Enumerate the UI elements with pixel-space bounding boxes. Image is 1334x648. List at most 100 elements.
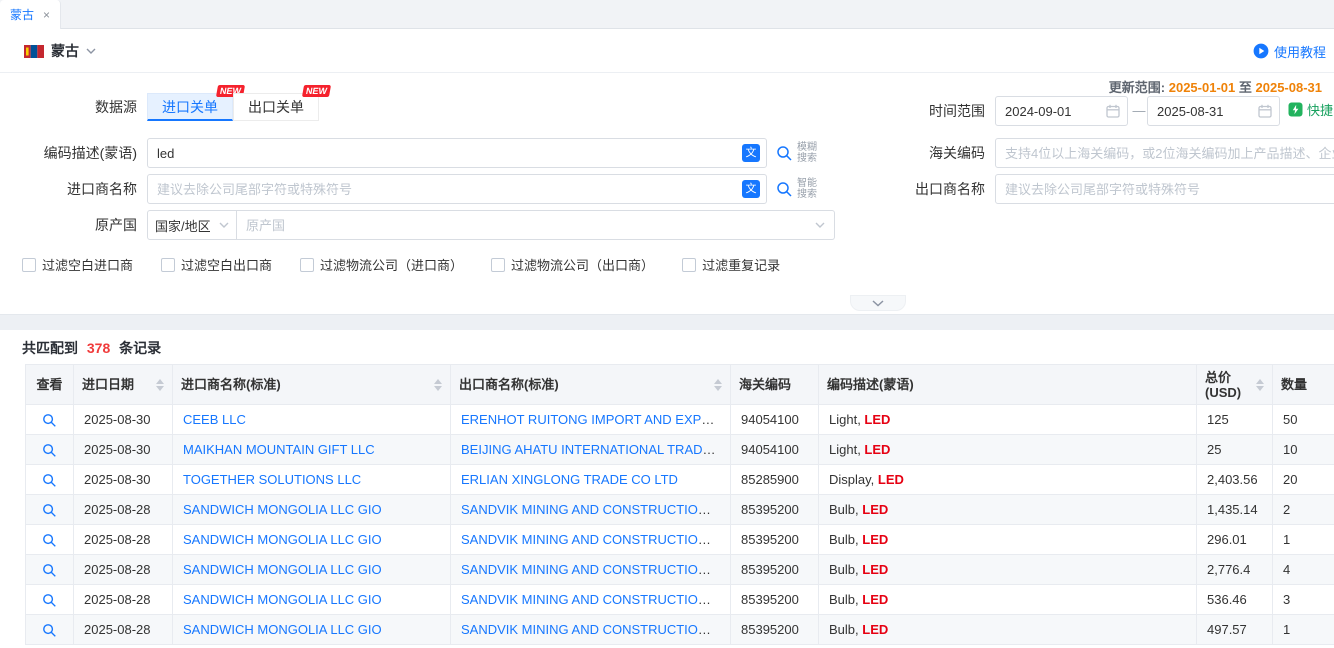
total-cell: 125 [1197,405,1273,435]
table-row: 2025-08-30MAIKHAN MOUNTAIN GIFT LLCBEIJI… [26,435,1334,465]
tab-import-declarations[interactable]: 进口关单 NEW [147,93,233,121]
column-header-importer[interactable]: 进口商名称(标准) [173,365,451,405]
importer-cell: TOGETHER SOLUTIONS LLC [173,465,451,495]
importer-link[interactable]: SANDWICH MONGOLIA LLC GIO [183,502,382,517]
sort-icon[interactable] [434,379,442,391]
exporter-link[interactable]: SANDVIK MINING AND CONSTRUCTION L... [461,562,729,577]
exporter-link[interactable]: SANDVIK MINING AND CONSTRUCTION L... [461,532,729,547]
chevron-down-icon [872,300,884,307]
table-row: 2025-08-28SANDWICH MONGOLIA LLC GIOSANDV… [26,495,1334,525]
calendar-icon[interactable] [1258,104,1272,118]
checkbox[interactable] [491,258,505,272]
sort-icon[interactable] [1256,379,1264,391]
date-to-input[interactable] [1148,97,1258,125]
quick-icon [1288,102,1303,117]
time-range-label: 时间范围 [848,96,985,126]
view-icon[interactable] [42,593,57,608]
hs-code-cell: 85285900 [731,465,819,495]
checkbox[interactable] [22,258,36,272]
fuzzy-search-label: 模糊搜索 [797,142,821,164]
exporter-link[interactable]: BEIJING AHATU INTERNATIONAL TRADE C... [461,442,731,457]
filter-checkbox[interactable]: 过滤空白出口商 [161,255,272,274]
view-cell[interactable] [26,435,74,465]
view-icon[interactable] [42,503,57,518]
exporter-link[interactable]: SANDVIK MINING AND CONSTRUCTION L... [461,592,729,607]
exporter-link[interactable]: ERLIAN XINGLONG TRADE CO LTD [461,472,678,487]
exporter-input[interactable] [996,175,1334,203]
filter-checkbox[interactable]: 过滤物流公司（进口商） [300,255,463,274]
exporter-link[interactable]: ERENHOT RUITONG IMPORT AND EXPORT ... [461,412,731,427]
origin-type-value: 国家/地区 [155,216,211,235]
tutorial-link[interactable]: 使用教程 [1253,29,1326,73]
view-cell[interactable] [26,465,74,495]
quick-select-button[interactable]: 快捷 [1288,100,1333,119]
checkbox[interactable] [161,258,175,272]
country-selector[interactable]: 蒙古 [24,29,96,73]
importer-link[interactable]: TOGETHER SOLUTIONS LLC [183,472,361,487]
importer-link[interactable]: MAIKHAN MOUNTAIN GIFT LLC [183,442,375,457]
checkbox[interactable] [300,258,314,272]
origin-type-select[interactable]: 国家/地区 [147,210,237,240]
browser-tab-bar: 蒙古 × [0,0,1334,29]
table-row: 2025-08-28 SANDWICH MONGOLIA LLC GIO SANDV… [26,525,1334,555]
desc-highlight: LED [878,472,904,487]
checkbox[interactable] [682,258,696,272]
date-cell: 2025-08-28 [74,525,173,555]
view-icon[interactable] [42,623,57,638]
hs-code-input[interactable] [996,139,1334,167]
collapse-panel-button[interactable] [850,295,906,311]
exporter-link[interactable]: SANDVIK MINING AND CONSTRUCTION L... [461,622,729,637]
view-icon[interactable] [42,413,57,428]
view-icon[interactable] [42,443,57,458]
importer-link[interactable]: SANDWICH MONGOLIA LLC GIO [183,622,382,637]
code-desc-input[interactable] [148,139,742,167]
hs-code-cell: 85395200 [731,555,819,585]
view-cell[interactable] [26,525,74,555]
importer-link[interactable]: SANDWICH MONGOLIA LLC GIO [183,562,382,577]
date-from-input[interactable] [996,97,1106,125]
tab-export-declarations[interactable]: 出口关单 NEW [233,93,319,121]
view-cell[interactable] [26,615,74,645]
desc-cell: Light, LED [819,405,1197,435]
close-icon[interactable]: × [43,8,50,22]
exporter-cell: SANDVIK MINING AND CONSTRUCTION L... [451,525,731,555]
desc-highlight: LED [862,562,888,577]
view-icon[interactable] [42,533,57,548]
filter-checkbox[interactable]: 过滤空白进口商 [22,255,133,274]
checkbox-label: 过滤空白出口商 [181,255,272,274]
view-cell[interactable] [26,555,74,585]
origin-input[interactable] [237,211,815,239]
view-cell[interactable] [26,495,74,525]
view-cell[interactable] [26,585,74,615]
exporter-link[interactable]: SANDVIK MINING AND CONSTRUCTION L... [461,502,729,517]
results-table-wrap: 查看进口日期进口商名称(标准)出口商名称(标准)海关编码编码描述(蒙语)总价 (… [25,364,1334,648]
column-header-date[interactable]: 进口日期 [74,365,173,405]
importer-link[interactable]: SANDWICH MONGOLIA LLC GIO [183,532,382,547]
view-cell[interactable] [26,405,74,435]
importer-link[interactable]: SANDWICH MONGOLIA LLC GIO [183,592,382,607]
calendar-icon[interactable] [1106,104,1120,118]
browser-tab[interactable]: 蒙古 × [0,0,61,29]
hs-code-cell: 85395200 [731,615,819,645]
sort-icon[interactable] [156,379,164,391]
importer-input[interactable] [148,175,742,203]
view-icon[interactable] [42,473,57,488]
filter-checkbox[interactable]: 过滤重复记录 [682,255,780,274]
smart-search-button[interactable]: 智能搜索 [776,174,836,204]
total-cell: 2,403.56 [1197,465,1273,495]
tutorial-label: 使用教程 [1274,42,1326,61]
translate-icon[interactable]: 文 [742,180,760,198]
column-header-total[interactable]: 总价 (USD) [1197,365,1273,405]
sort-icon[interactable] [714,379,722,391]
column-header-qty[interactable]: 数量 [1273,365,1334,405]
checkbox-label: 过滤重复记录 [702,255,780,274]
importer-cell: SANDWICH MONGOLIA LLC GIO [173,585,451,615]
code-desc-label: 编码描述(蒙语) [0,138,137,168]
importer-link[interactable]: CEEB LLC [183,412,246,427]
fuzzy-search-button[interactable]: 模糊搜索 [776,138,836,168]
column-header-exporter[interactable]: 出口商名称(标准) [451,365,731,405]
translate-icon[interactable]: 文 [742,144,760,162]
filter-checkbox[interactable]: 过滤物流公司（出口商） [491,255,654,274]
total-cell: 2,776.4 [1197,555,1273,585]
view-icon[interactable] [42,563,57,578]
